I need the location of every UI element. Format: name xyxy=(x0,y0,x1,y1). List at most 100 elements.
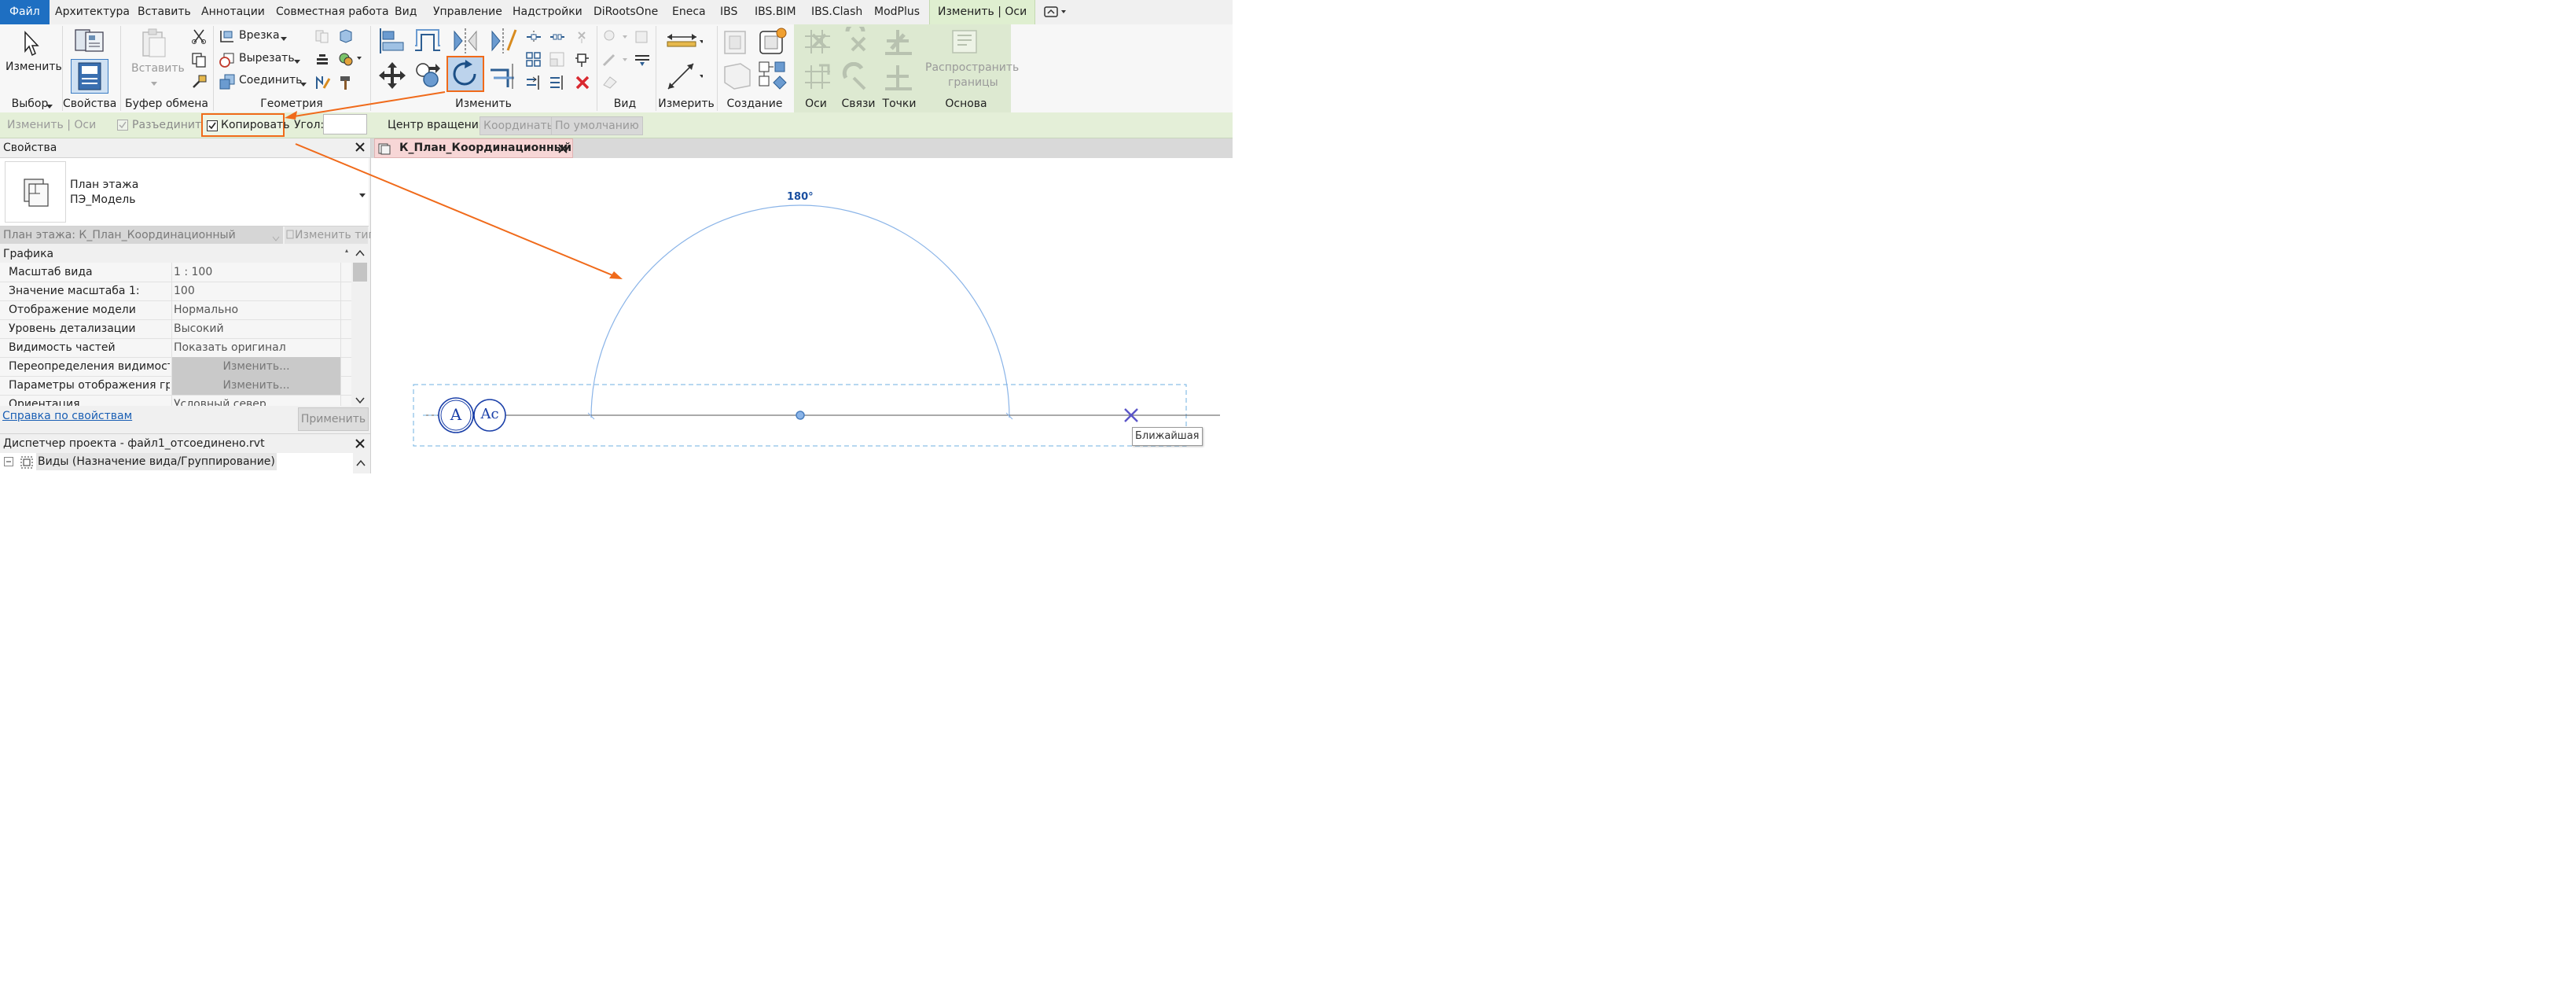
views-node-label[interactable]: Виды (Назначение вида/Группирование) xyxy=(36,453,277,470)
copy-checkbox[interactable] xyxy=(207,120,218,134)
mirror-draw-axis-icon[interactable] xyxy=(489,27,517,58)
browser-scrollbar[interactable] xyxy=(354,453,369,473)
coordinates-button[interactable]: Координаты xyxy=(480,116,560,135)
default-center-button[interactable]: По умолчанию xyxy=(551,116,643,135)
close-icon[interactable] xyxy=(355,438,366,452)
prop-value[interactable]: 1 : 100 xyxy=(174,263,212,282)
cut-geometry-icon[interactable] xyxy=(219,51,236,72)
prop-value[interactable]: Нормально xyxy=(174,300,238,319)
split-face-icon[interactable] xyxy=(338,28,354,47)
menu-insert[interactable]: Вставить xyxy=(138,0,191,24)
scroll-down-icon[interactable] xyxy=(355,395,365,407)
menu-manage[interactable]: Управление xyxy=(433,0,502,24)
menu-ibs-clash[interactable]: IBS.Clash xyxy=(811,0,862,24)
trim-extend-icon[interactable] xyxy=(489,61,517,94)
close-icon[interactable] xyxy=(355,142,366,156)
graphic-display-edit-button[interactable]: Изменить... xyxy=(172,376,340,395)
propagate-extents-line1: Распространить xyxy=(925,61,1020,74)
filter-list-icon[interactable] xyxy=(634,52,651,71)
close-icon[interactable] xyxy=(557,143,568,157)
cope-icon[interactable] xyxy=(219,28,236,47)
prop-value[interactable]: 100 xyxy=(174,282,195,300)
offset-icon[interactable] xyxy=(413,27,442,58)
visibility-overrides-edit-button[interactable]: Изменить... xyxy=(172,357,340,376)
move-icon[interactable] xyxy=(377,61,407,94)
edit-type-button[interactable]: Изменить тип xyxy=(285,226,376,244)
rotate-button[interactable] xyxy=(446,56,484,92)
trim-extend-single-icon[interactable] xyxy=(525,74,542,94)
eraser-icon xyxy=(601,74,619,93)
array-icon[interactable] xyxy=(525,51,542,72)
scroll-thumb[interactable] xyxy=(353,263,367,282)
trim-extend-multiple-icon[interactable] xyxy=(549,74,566,94)
linework-icon[interactable] xyxy=(314,74,332,94)
scroll-up-icon[interactable] xyxy=(355,248,365,260)
view-tab-title: К_План_Координационный xyxy=(399,142,572,154)
create-parts-icon xyxy=(722,28,750,60)
mirror-pick-axis-icon[interactable] xyxy=(451,27,480,58)
align-icon[interactable] xyxy=(377,27,406,58)
menu-modplus[interactable]: ModPlus xyxy=(874,0,920,24)
delete-icon[interactable] xyxy=(574,74,591,94)
copy-element-icon[interactable] xyxy=(413,61,443,94)
match-properties-icon[interactable] xyxy=(191,74,208,93)
section-collapse-icon[interactable]: ▴ xyxy=(345,247,348,254)
properties-button[interactable] xyxy=(71,59,108,94)
join-dropdown-icon[interactable] xyxy=(299,79,307,91)
aligned-dimension-icon[interactable] xyxy=(665,61,704,95)
menu-architecture[interactable]: Архитектура xyxy=(55,0,130,24)
apply-button[interactable]: Применить xyxy=(298,407,369,431)
scroll-up-icon[interactable] xyxy=(356,458,366,470)
menu-dirootsone[interactable]: DiRootsOne xyxy=(593,0,658,24)
join-geometry-button[interactable]: Соединить xyxy=(239,74,302,87)
create-group-icon[interactable] xyxy=(758,27,789,60)
cope-dropdown-icon[interactable] xyxy=(280,33,288,46)
copy-label[interactable]: Копировать xyxy=(221,115,289,135)
prop-value[interactable]: Показать оригинал xyxy=(174,338,286,357)
type-properties-icon[interactable] xyxy=(73,28,106,57)
menu-eneca[interactable]: Eneca xyxy=(672,0,706,24)
angle-input[interactable] xyxy=(323,114,367,134)
select-dropdown-icon[interactable] xyxy=(46,101,53,113)
menu-collaborate[interactable]: Совместная работа xyxy=(276,0,389,24)
section-graphics[interactable]: Графика ▴ xyxy=(0,245,351,263)
disjoin-checkbox xyxy=(117,120,128,134)
menu-ibs-bim[interactable]: IBS.BIM xyxy=(755,0,796,24)
menu-annotate[interactable]: Аннотации xyxy=(201,0,265,24)
propagate-extents-line2: границы xyxy=(948,76,998,89)
prop-value[interactable]: Условный север xyxy=(174,395,266,406)
cope-button[interactable]: Врезка xyxy=(239,29,280,42)
menu-modify-grids[interactable]: Изменить | Оси xyxy=(929,0,1036,24)
split-gap-icon[interactable] xyxy=(549,29,566,48)
view-tab[interactable]: К_План_Координационный xyxy=(374,138,573,158)
hammer-icon[interactable] xyxy=(338,74,354,94)
angle-readout: 180° xyxy=(787,191,814,203)
menu-view[interactable]: Вид xyxy=(395,0,417,24)
paint-icon[interactable] xyxy=(338,52,362,71)
menu-addins[interactable]: Надстройки xyxy=(513,0,582,24)
measure-between-icon[interactable] xyxy=(665,31,704,53)
menu-ibs[interactable]: IBS xyxy=(720,0,737,24)
modify-cursor-icon[interactable] xyxy=(20,31,39,61)
menu-file[interactable]: Файл xyxy=(0,0,50,24)
properties-help-link[interactable]: Справка по свойствам xyxy=(2,410,132,422)
prop-value[interactable]: Высокий xyxy=(174,319,224,338)
copy-option-highlight[interactable]: Копировать xyxy=(201,113,289,137)
drawing-canvas[interactable]: A Aс 180° Ближайшая xyxy=(371,158,1233,473)
cut-icon[interactable] xyxy=(191,28,207,47)
instance-selector[interactable]: План этажа: К_План_Координационный xyxy=(0,226,283,244)
type-dropdown-icon[interactable] xyxy=(358,190,366,202)
copy-clipboard-icon[interactable] xyxy=(191,52,207,71)
demolish-icon[interactable] xyxy=(314,52,330,71)
create-similar-icon[interactable] xyxy=(758,59,789,94)
properties-scrollbar[interactable] xyxy=(352,245,368,406)
join-geometry-icon[interactable] xyxy=(219,73,236,94)
cut-geometry-button[interactable]: Вырезать xyxy=(239,52,295,64)
type-selector[interactable]: План этажа ПЭ_Модель xyxy=(0,158,369,226)
cut-geometry-dropdown-icon[interactable] xyxy=(293,56,301,68)
pin-icon[interactable] xyxy=(574,51,591,72)
collapse-minus-icon[interactable] xyxy=(4,457,13,470)
split-element-icon[interactable] xyxy=(525,29,542,48)
ribbon-toggle-icon[interactable] xyxy=(1044,6,1068,17)
modify-button[interactable]: Изменить xyxy=(6,61,62,73)
